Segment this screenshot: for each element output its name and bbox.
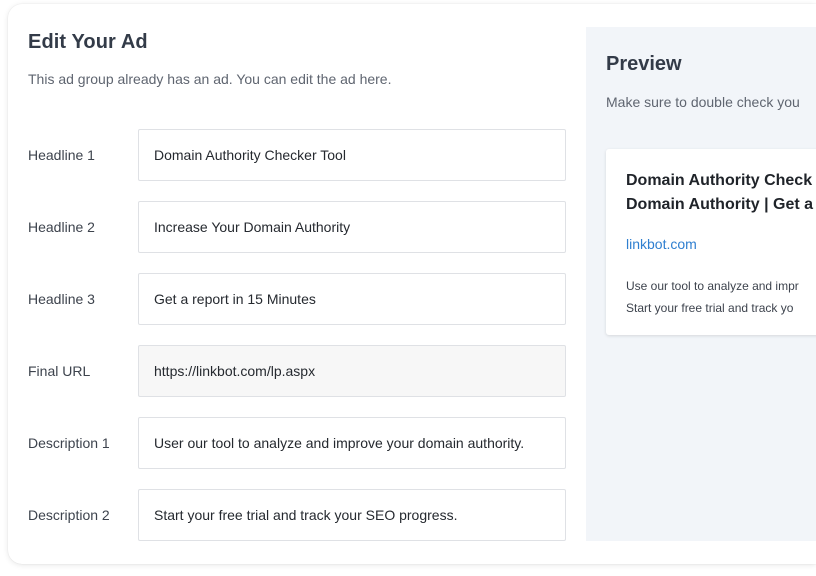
ad-preview-card: Domain Authority Check Domain Authority … bbox=[606, 149, 816, 335]
description-1-label: Description 1 bbox=[28, 435, 110, 451]
description-2-label: Description 2 bbox=[28, 507, 110, 523]
preview-subtitle: Make sure to double check you bbox=[606, 94, 800, 110]
final-url-input[interactable] bbox=[138, 345, 566, 397]
headline-1-row: Headline 1 bbox=[8, 129, 586, 181]
headline-1-input[interactable] bbox=[138, 129, 566, 181]
description-2-input[interactable] bbox=[138, 489, 566, 541]
edit-ad-card: Edit Your Ad This ad group already has a… bbox=[8, 4, 816, 564]
page: Edit Your Ad This ad group already has a… bbox=[0, 0, 816, 576]
preview-panel: Preview Make sure to double check you Do… bbox=[586, 27, 816, 541]
headline-2-label: Headline 2 bbox=[28, 219, 95, 235]
final-url-row: Final URL bbox=[8, 345, 586, 397]
ad-preview-headline: Domain Authority Check Domain Authority … bbox=[626, 169, 816, 217]
description-1-row: Description 1 bbox=[8, 417, 586, 469]
headline-3-row: Headline 3 bbox=[8, 273, 586, 325]
headline-2-row: Headline 2 bbox=[8, 201, 586, 253]
ad-preview-headline-line-2: Domain Authority | Get a bbox=[626, 196, 814, 213]
ad-preview-description-line-1: Use our tool to analyze and impr bbox=[626, 279, 799, 293]
headline-3-label: Headline 3 bbox=[28, 291, 95, 307]
headline-3-input[interactable] bbox=[138, 273, 566, 325]
headline-1-label: Headline 1 bbox=[28, 147, 95, 163]
preview-title: Preview bbox=[606, 53, 682, 75]
description-1-input[interactable] bbox=[138, 417, 566, 469]
headline-2-input[interactable] bbox=[138, 201, 566, 253]
final-url-label: Final URL bbox=[28, 363, 91, 379]
editor-title: Edit Your Ad bbox=[28, 31, 148, 53]
editor-subtitle: This ad group already has an ad. You can… bbox=[28, 71, 392, 87]
ad-preview-description: Use our tool to analyze and impr Start y… bbox=[626, 275, 799, 319]
ad-preview-headline-line-1: Domain Authority Check bbox=[626, 172, 813, 189]
ad-preview-display-url[interactable]: linkbot.com bbox=[626, 236, 697, 252]
ad-preview-description-line-2: Start your free trial and track yo bbox=[626, 301, 794, 315]
description-2-row: Description 2 bbox=[8, 489, 586, 541]
edit-ad-panel: Edit Your Ad This ad group already has a… bbox=[8, 4, 586, 564]
